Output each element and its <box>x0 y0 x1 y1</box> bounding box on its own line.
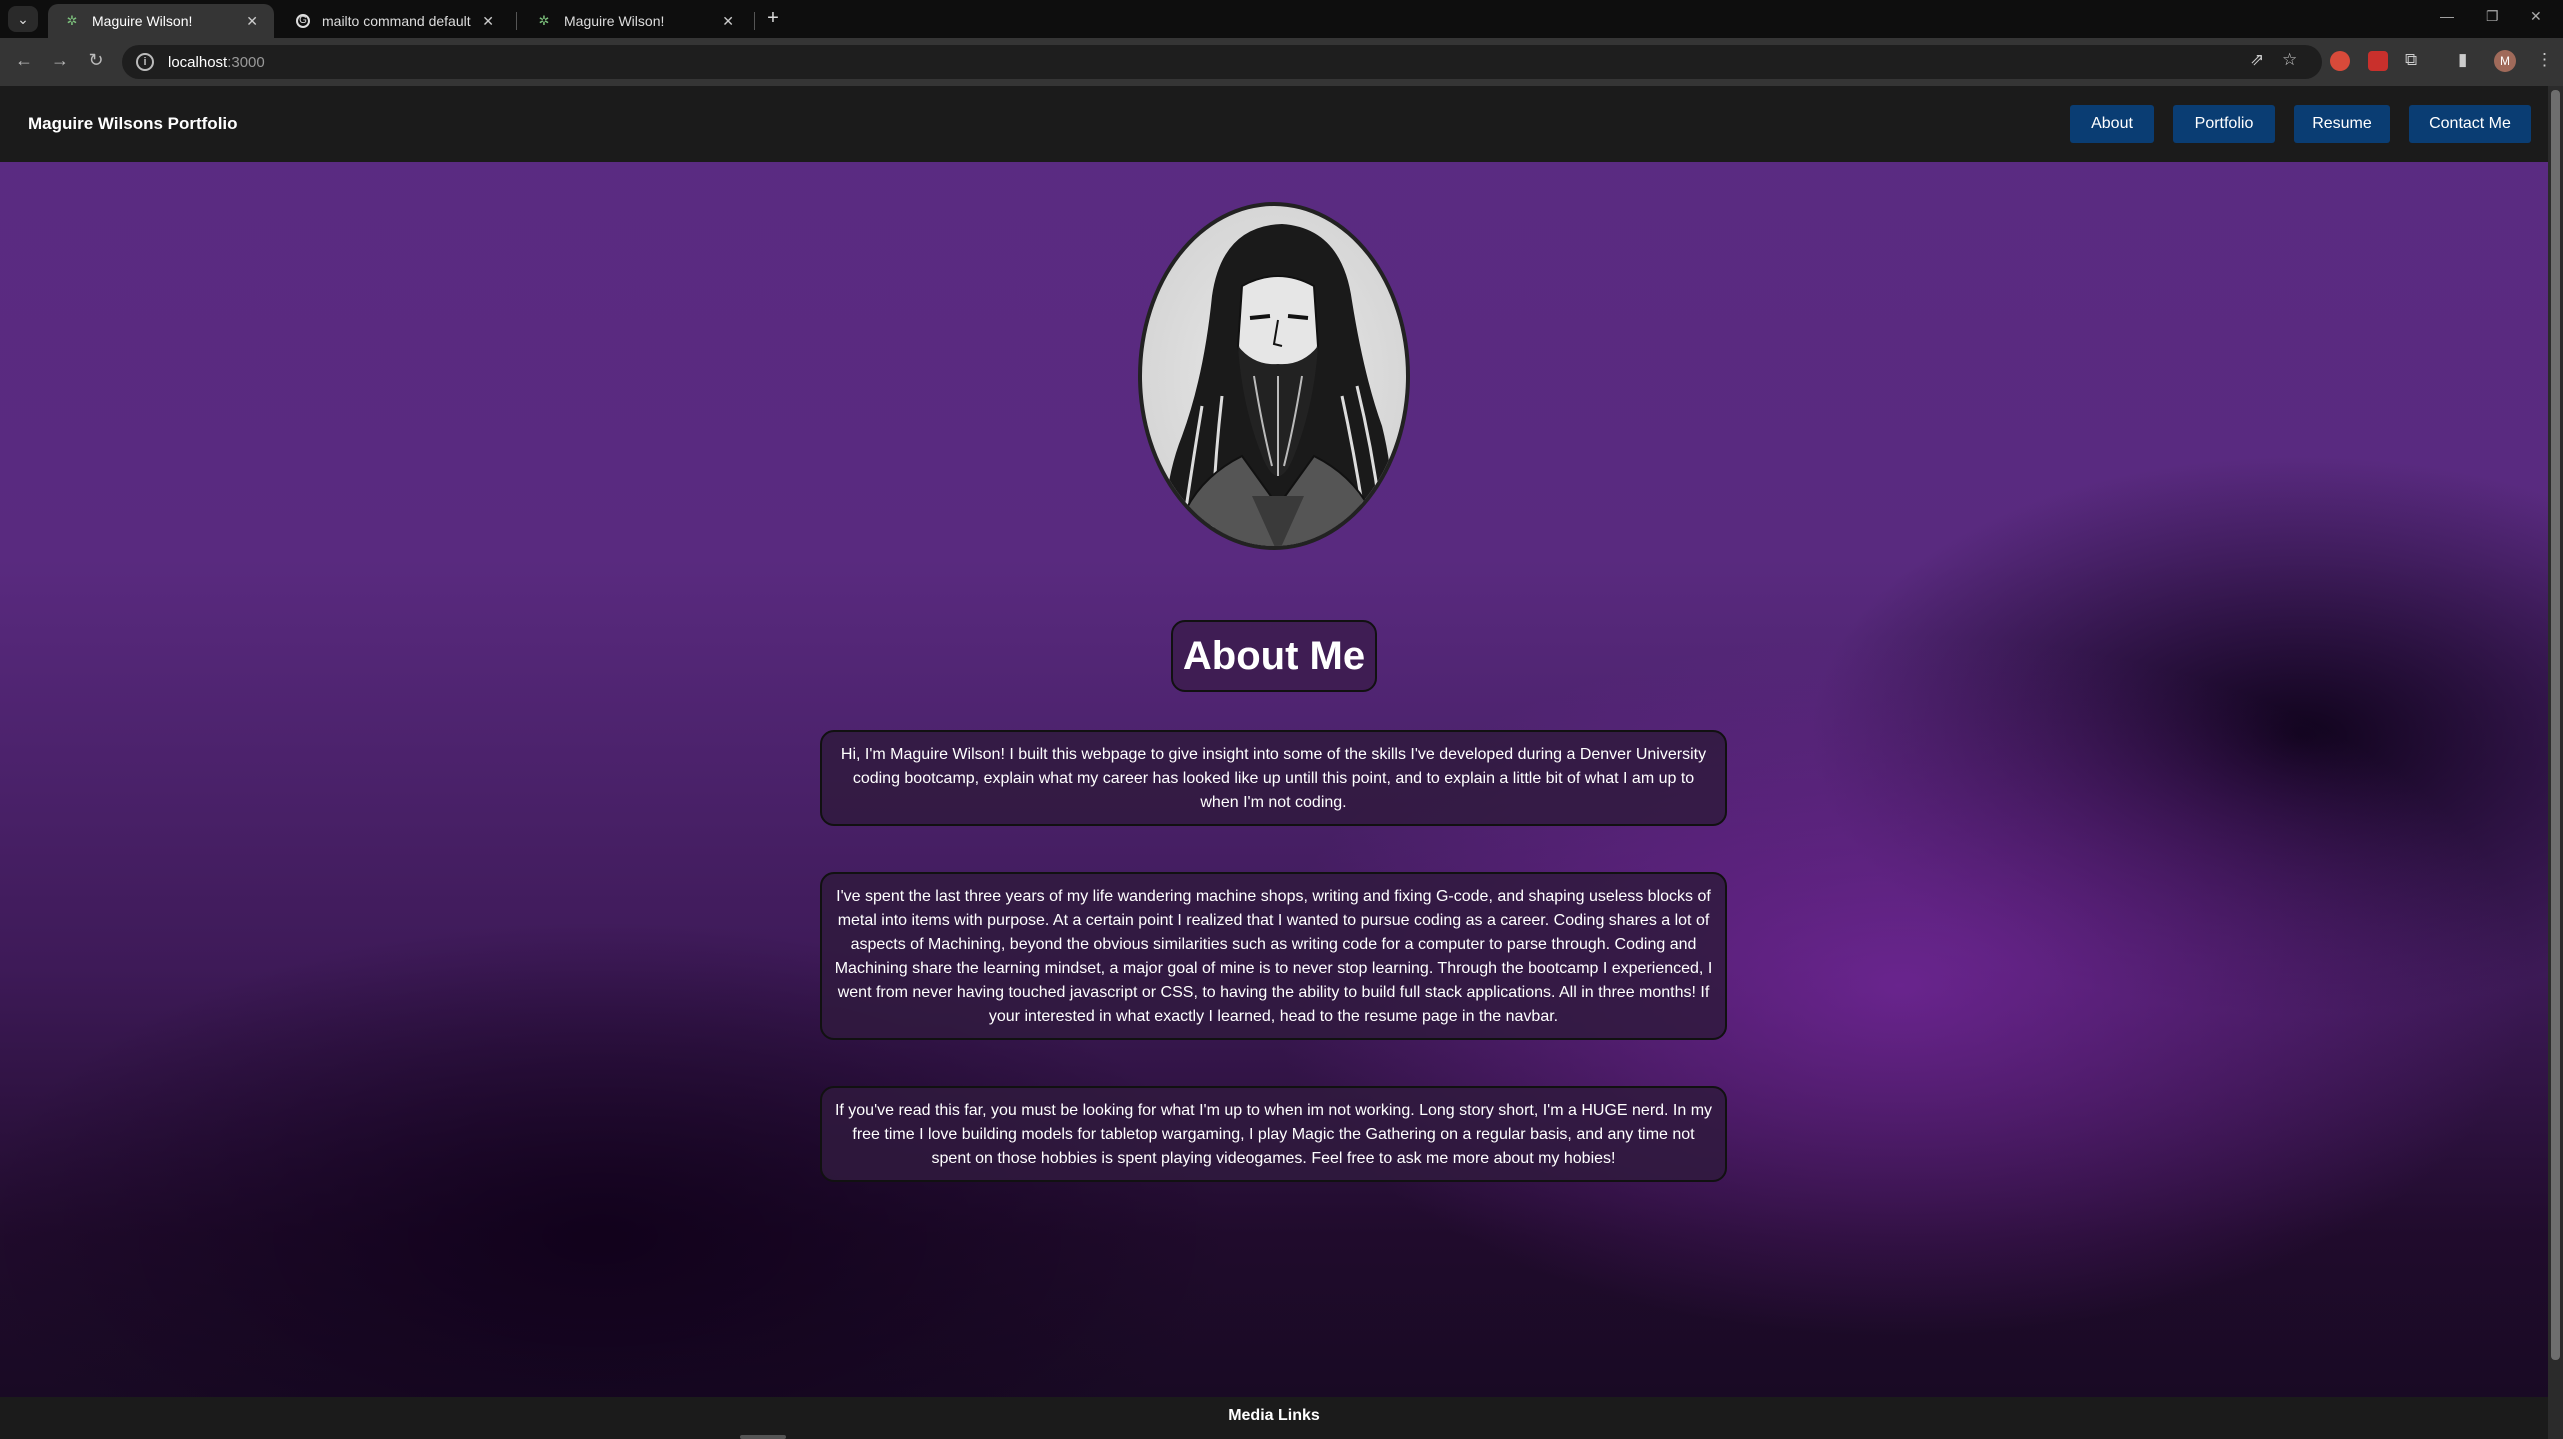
tab-strip: ⌄ ✲ Maguire Wilson! ✕ G mailto command d… <box>0 0 2563 38</box>
close-tab-icon[interactable]: ✕ <box>482 13 494 30</box>
close-tab-icon[interactable]: ✕ <box>722 13 734 30</box>
forward-icon[interactable]: → <box>48 50 72 71</box>
profile-avatar[interactable]: M <box>2494 50 2516 72</box>
close-tab-icon[interactable]: ✕ <box>246 13 258 30</box>
google-favicon-icon: G <box>296 14 310 28</box>
close-window-icon[interactable]: ✕ <box>2530 8 2542 25</box>
reload-icon[interactable]: ↻ <box>84 50 108 71</box>
tab-maguire-wilson-2[interactable]: ✲ Maguire Wilson! ✕ <box>520 4 750 38</box>
tab-separator <box>754 12 755 30</box>
about-me-heading: About Me <box>1171 620 1377 692</box>
tree-favicon-icon: ✲ <box>538 13 550 28</box>
nav-portfolio-button[interactable]: Portfolio <box>2173 105 2275 143</box>
address-bar[interactable]: i localhost:3000 <box>122 45 2322 79</box>
bookmark-star-icon[interactable]: ☆ <box>2282 50 2297 70</box>
footer-media-links-title: Media Links <box>1228 1407 1320 1424</box>
url-port: :3000 <box>227 53 265 71</box>
nav-contact-button[interactable]: Contact Me <box>2409 105 2531 143</box>
tab-search-button[interactable]: ⌄ <box>8 6 38 32</box>
back-icon[interactable]: ← <box>12 50 36 71</box>
extension-box-icon[interactable] <box>2368 51 2388 71</box>
extensions-puzzle-icon[interactable]: ⧉ <box>2405 50 2417 70</box>
side-panel-icon[interactable]: ▮ <box>2458 50 2467 70</box>
minimize-icon[interactable]: — <box>2440 8 2454 24</box>
tab-title: mailto command default app - <box>322 13 474 29</box>
tab-title: Maguire Wilson! <box>92 13 193 29</box>
tab-mailto[interactable]: G mailto command default app - ✕ <box>280 4 510 38</box>
menu-kebab-icon[interactable]: ⋮ <box>2536 50 2553 70</box>
tree-favicon-icon: ✲ <box>66 13 78 28</box>
restore-icon[interactable]: ❐ <box>2486 8 2499 25</box>
url-host: localhost <box>168 53 228 71</box>
profile-portrait <box>1138 202 1410 550</box>
tab-separator <box>516 12 517 30</box>
site-footer: Media Links <box>0 1397 2548 1439</box>
tab-title: Maguire Wilson! <box>564 13 665 29</box>
page-viewport: Maguire Wilsons Portfolio About Portfoli… <box>0 86 2563 1439</box>
about-paragraph-career: I've spent the last three years of my li… <box>820 872 1727 1040</box>
open-in-app-icon[interactable]: ⇗ <box>2250 50 2264 70</box>
about-paragraph-intro: Hi, I'm Maguire Wilson! I built this web… <box>820 730 1727 826</box>
about-paragraph-hobbies: If you've read this far, you must be loo… <box>820 1086 1727 1182</box>
extension-red-icon[interactable] <box>2330 51 2350 71</box>
nav-about-button[interactable]: About <box>2070 105 2154 143</box>
new-tab-button[interactable]: + <box>760 6 786 32</box>
site-info-icon[interactable]: i <box>136 53 154 71</box>
site-navbar: Maguire Wilsons Portfolio About Portfoli… <box>0 86 2548 162</box>
site-brand[interactable]: Maguire Wilsons Portfolio <box>28 114 238 134</box>
scrollbar-thumb[interactable] <box>2551 90 2560 1360</box>
tab-maguire-wilson[interactable]: ✲ Maguire Wilson! ✕ <box>48 4 274 38</box>
footer-link-stub[interactable] <box>740 1435 786 1439</box>
nav-resume-button[interactable]: Resume <box>2294 105 2390 143</box>
